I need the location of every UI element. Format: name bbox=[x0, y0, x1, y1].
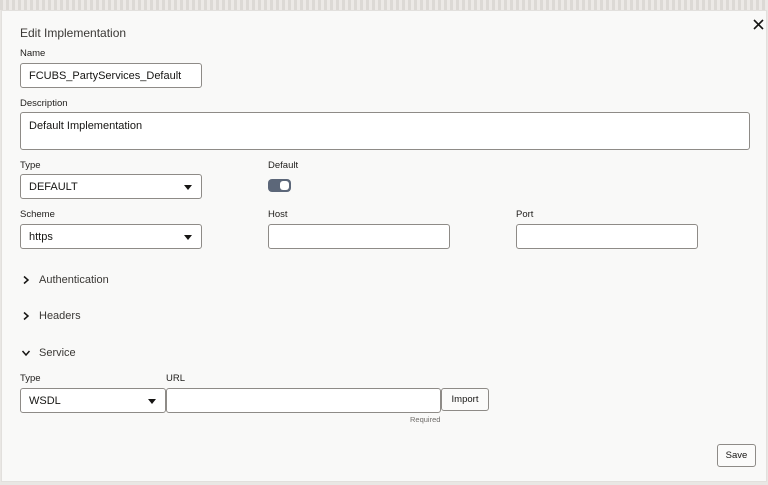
section-service[interactable]: Service bbox=[21, 347, 76, 359]
url-required-hint: Required bbox=[410, 415, 441, 424]
chevron-right-icon bbox=[21, 311, 31, 321]
service-type-select[interactable]: WSDL bbox=[20, 388, 166, 413]
host-input[interactable] bbox=[268, 224, 450, 249]
default-toggle[interactable] bbox=[268, 179, 291, 192]
edit-implementation-dialog: Edit Implementation Name FCUBS_PartyServ… bbox=[1, 10, 767, 482]
save-button[interactable]: Save bbox=[717, 444, 756, 467]
description-value: Default Implementation bbox=[29, 120, 143, 132]
port-input[interactable] bbox=[516, 224, 698, 249]
section-service-label: Service bbox=[39, 347, 76, 359]
name-field[interactable]: FCUBS_PartyServices_Default bbox=[20, 63, 202, 88]
description-field[interactable]: Default Implementation bbox=[20, 112, 750, 150]
chevron-down-icon bbox=[21, 348, 31, 358]
section-authentication-label: Authentication bbox=[39, 274, 109, 286]
scheme-label: Scheme bbox=[20, 209, 55, 220]
description-label: Description bbox=[20, 98, 68, 109]
host-label: Host bbox=[268, 209, 288, 220]
close-icon[interactable] bbox=[753, 17, 764, 35]
name-label: Name bbox=[20, 48, 46, 59]
port-label: Port bbox=[516, 209, 534, 220]
chevron-down-icon bbox=[148, 398, 156, 404]
background-strip bbox=[0, 0, 768, 10]
service-type-label: Type bbox=[20, 373, 41, 384]
name-value: FCUBS_PartyServices_Default bbox=[29, 69, 182, 82]
chevron-right-icon bbox=[21, 275, 31, 285]
chevron-down-icon bbox=[184, 184, 192, 190]
section-headers-label: Headers bbox=[39, 310, 81, 322]
type-label: Type bbox=[20, 160, 41, 171]
url-input[interactable] bbox=[166, 388, 441, 413]
dialog-title: Edit Implementation bbox=[20, 26, 127, 40]
scheme-value: https bbox=[29, 230, 53, 243]
import-button[interactable]: Import bbox=[441, 388, 489, 411]
toggle-knob bbox=[280, 181, 289, 190]
chevron-down-icon bbox=[184, 234, 192, 240]
section-headers[interactable]: Headers bbox=[21, 310, 81, 322]
section-authentication[interactable]: Authentication bbox=[21, 274, 109, 286]
default-label: Default bbox=[268, 160, 299, 171]
url-label: URL bbox=[166, 373, 186, 384]
type-select[interactable]: DEFAULT bbox=[20, 174, 202, 199]
type-value: DEFAULT bbox=[29, 180, 78, 193]
scheme-select[interactable]: https bbox=[20, 224, 202, 249]
service-type-value: WSDL bbox=[29, 394, 61, 407]
